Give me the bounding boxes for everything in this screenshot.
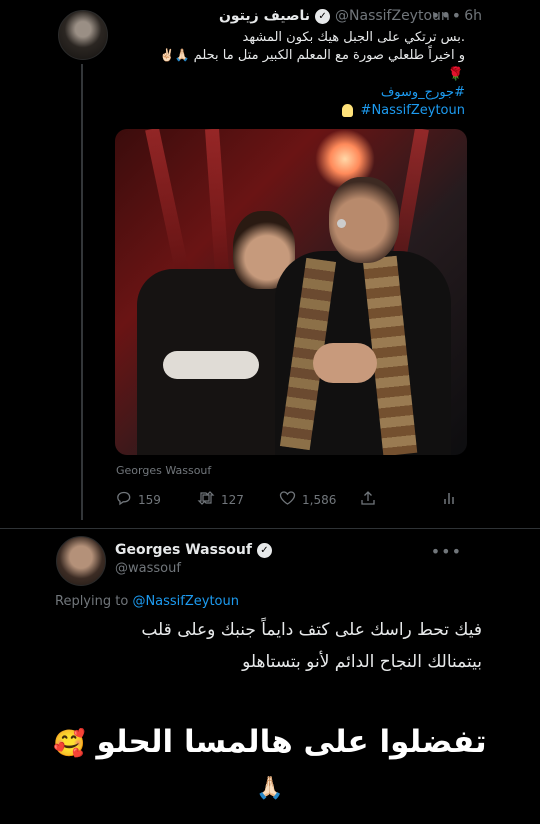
story-caption-text: تفضلوا على هالمسا الحلو [96, 724, 487, 760]
nassif-avatar[interactable] [58, 10, 108, 60]
reply-icon [116, 490, 132, 510]
verified-badge-icon: ✓ [256, 542, 272, 558]
hashtag-georges-wassouf[interactable]: #جورج_وسوف [381, 85, 465, 100]
verified-badge-icon: ✓ [315, 8, 331, 24]
analytics-bars-icon [443, 490, 457, 510]
thread-connector-line [81, 64, 83, 520]
share-action[interactable] [360, 490, 376, 510]
retweet-action[interactable]: 127 [197, 490, 244, 510]
tweet1-text-line2-text: و اخيراً طلعلي صورة مع المعلم الكبير متل… [193, 48, 465, 63]
media-source-label[interactable]: Georges Wassouf [116, 464, 211, 477]
tweet1-text-line1: .بس ترتكي على الجبل هيك بكون المشهد [242, 30, 465, 45]
retweet-count: 127 [221, 493, 244, 507]
tweet-divider [0, 528, 540, 529]
tweet1-photo[interactable] [115, 129, 467, 455]
analytics-action[interactable] [443, 490, 457, 510]
story-caption: تفضلوا على هالمسا الحلو 🥰 [30, 724, 510, 760]
tweet2-more-options-icon[interactable]: ••• [431, 542, 462, 561]
praying-hands-emoji-icon: 🙏🏻 [256, 776, 284, 801]
tweet1-display-name[interactable]: ناصيف زيتون [219, 8, 310, 24]
young-singer-arm [163, 351, 259, 379]
tweet1-emoji-pray-victory: 🙏🏻✌🏻 [159, 48, 190, 62]
retweet-icon [197, 490, 215, 510]
clasped-hands [313, 343, 377, 383]
tweet2-display-name[interactable]: Georges Wassouf [115, 542, 252, 558]
replying-to-handle[interactable]: @NassifZeytoun [132, 594, 239, 609]
heart-icon [279, 490, 296, 510]
like-count: 1,586 [302, 493, 337, 507]
like-action[interactable]: 1,586 [279, 490, 336, 510]
replying-to-prefix: Replying to [55, 594, 129, 609]
rose-icon: 🌹 [447, 67, 464, 82]
tweet2-name-row: Georges Wassouf ✓ [115, 542, 272, 558]
share-icon [360, 490, 376, 510]
tweet2-text-line2: بيتمنالك النجاح الدائم لأنو بتستاهلو [242, 652, 482, 672]
hashtag-nassif-zeytoun[interactable]: #NassifZeytoun [361, 103, 465, 118]
smiling-hearts-emoji-icon: 🥰 [53, 729, 86, 759]
tweet2-handle[interactable]: @wassouf [115, 561, 181, 576]
georges-wassouf-avatar[interactable] [56, 536, 106, 586]
reply-count: 159 [138, 493, 161, 507]
hashtag-row: #NassifZeytoun [341, 103, 465, 118]
replying-to-line: Replying to @NassifZeytoun [55, 594, 239, 609]
tweet1-time[interactable]: 6h [464, 8, 482, 24]
tweet2-text-line1: فيك تحط راسك على كتف دايماً جنبك وعلى قل… [141, 620, 482, 640]
tweet1-text-line2: و اخيراً طلعلي صورة مع المعلم الكبير متل… [105, 48, 465, 63]
light-bulb-icon [341, 104, 353, 117]
reply-action[interactable]: 159 [116, 490, 161, 510]
microphone [337, 219, 346, 228]
tweet1-more-options-icon[interactable]: ••• [431, 6, 462, 25]
